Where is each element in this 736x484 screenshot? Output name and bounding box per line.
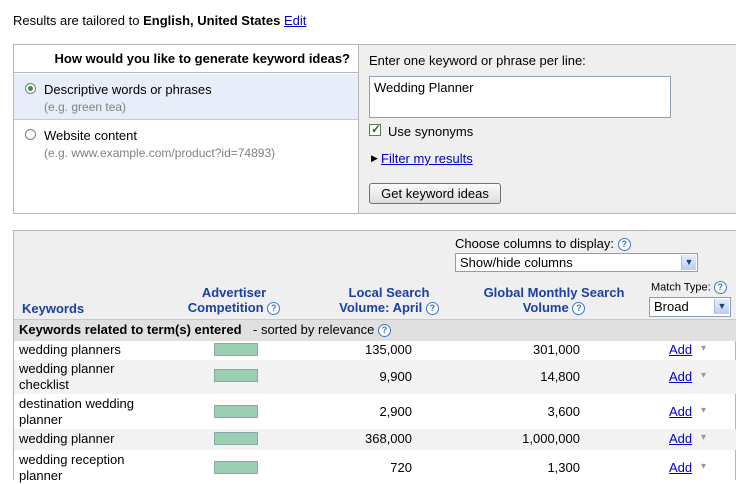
triangle-right-icon[interactable]: ▶ — [371, 151, 378, 166]
chevron-down-icon[interactable]: ▾ — [701, 432, 706, 443]
descriptive-words-label: Descriptive words or phrases — [44, 82, 212, 97]
competition-bar — [214, 405, 258, 418]
checkmark-icon: ✓ — [371, 122, 382, 136]
help-icon[interactable]: ? — [425, 302, 439, 316]
keyword-results-panel: Choose columns to display: ? Show/hide c… — [13, 230, 736, 483]
choose-columns-label: Choose columns to display: ? — [455, 236, 631, 252]
idea-method-question: How would you like to generate keyword i… — [14, 45, 358, 73]
filter-results-link[interactable]: Filter my results — [381, 151, 473, 166]
locale-prefix: Results are tailored to — [13, 13, 144, 28]
local-volume-cell: 9,900 — [379, 369, 412, 384]
global-volume-cell: 14,800 — [540, 369, 580, 384]
local-volume-cell: 2,900 — [379, 404, 412, 419]
descriptive-words-hint: (e.g. green tea) — [44, 100, 127, 114]
help-icon[interactable]: ? — [267, 302, 281, 316]
competition-bar — [214, 343, 258, 356]
keyword-cell: wedding reception planner — [19, 452, 125, 483]
chevron-down-icon[interactable]: ▼ — [714, 299, 729, 314]
group-sort-note: - sorted by relevance ? — [253, 322, 392, 338]
match-type-value: Broad — [654, 299, 689, 314]
add-keyword-link[interactable]: Add — [669, 342, 692, 357]
local-volume-cell: 135,000 — [365, 342, 412, 357]
global-volume-cell: 1,000,000 — [522, 431, 580, 446]
competition-bar — [214, 369, 258, 382]
table-row: wedding planner checklist 9,900 14,800 Ad… — [14, 360, 736, 394]
global-volume-cell: 3,600 — [547, 404, 580, 419]
keyword-group-header: Keywords related to term(s) entered - so… — [14, 319, 736, 341]
idea-method-column: How would you like to generate keyword i… — [14, 45, 359, 213]
chevron-down-icon[interactable]: ▾ — [701, 343, 706, 354]
local-volume-column-header[interactable]: Local Search Volume: April ? — [314, 285, 464, 316]
global-volume-cell: 301,000 — [533, 342, 580, 357]
choose-columns-text: Choose columns to display: — [455, 236, 614, 251]
chevron-down-icon[interactable]: ▾ — [701, 405, 706, 416]
website-content-radio[interactable] — [25, 129, 36, 140]
edit-locale-link[interactable]: Edit — [284, 13, 306, 28]
match-type-text: Match Type: — [651, 281, 711, 294]
chevron-down-icon[interactable]: ▾ — [701, 461, 706, 472]
add-keyword-link[interactable]: Add — [669, 460, 692, 475]
local-header-line2: Volume: April ? — [314, 300, 464, 316]
local-volume-cell: 720 — [390, 460, 412, 475]
website-content-label: Website content — [44, 128, 137, 143]
keyword-cell: wedding planner — [19, 431, 115, 446]
keywords-column-header[interactable]: Keywords — [22, 301, 84, 316]
get-keyword-ideas-button[interactable]: Get keyword ideas — [369, 183, 501, 204]
locale-value: English, United States — [143, 13, 281, 28]
help-icon[interactable]: ? — [713, 281, 727, 294]
competition-header-line1: Advertiser — [201, 285, 267, 300]
table-row: destination wedding planner 2,900 3,600 A… — [14, 394, 736, 429]
website-content-hint: (e.g. www.example.com/product?id=74893) — [44, 146, 276, 160]
global-volume-column-header[interactable]: Global Monthly Search Volume ? — [469, 285, 639, 316]
table-row: wedding planners 135,000 301,000 Add ▾ — [14, 340, 736, 360]
locale-info: Results are tailored to English, United … — [13, 13, 306, 28]
columns-select[interactable]: Show/hide columns ▼ — [455, 253, 698, 272]
table-row: wedding reception planner 720 1,300 Add ▾ — [14, 450, 736, 483]
keyword-entry-instruction: Enter one keyword or phrase per line: — [369, 53, 586, 68]
chevron-down-icon[interactable]: ▼ — [681, 255, 696, 270]
global-volume-cell: 1,300 — [547, 460, 580, 475]
keyword-cell: wedding planner checklist — [19, 361, 115, 392]
keyword-cell: destination wedding planner — [19, 396, 134, 427]
global-header-line2: Volume ? — [469, 300, 639, 316]
match-type-label: Match Type: ? — [651, 281, 727, 294]
add-keyword-link[interactable]: Add — [669, 369, 692, 384]
group-title: Keywords related to term(s) entered — [19, 322, 242, 337]
competition-column-header[interactable]: Advertiser Competition ? — [164, 285, 304, 316]
option-website-content[interactable]: Website content (e.g. www.example.com/pr… — [14, 120, 358, 213]
keyword-entry-column: Enter one keyword or phrase per line: We… — [359, 45, 736, 213]
add-keyword-link[interactable]: Add — [669, 431, 692, 446]
keyword-cell: wedding planners — [19, 342, 121, 357]
keyword-idea-panel: How would you like to generate keyword i… — [13, 44, 736, 214]
option-descriptive-words[interactable]: Descriptive words or phrases (e.g. green… — [14, 74, 358, 120]
global-header-line1: Global Monthly Search — [483, 285, 625, 300]
help-icon[interactable]: ? — [572, 302, 586, 316]
competition-header-line2: Competition ? — [164, 300, 304, 316]
local-volume-cell: 368,000 — [365, 431, 412, 446]
chevron-down-icon[interactable]: ▾ — [701, 370, 706, 381]
table-row: wedding planner 368,000 1,000,000 Add ▾ — [14, 429, 736, 450]
add-keyword-link[interactable]: Add — [669, 404, 692, 419]
keywords-textarea[interactable]: Wedding Planner — [369, 76, 671, 118]
help-icon[interactable]: ? — [378, 324, 392, 338]
local-header-line1: Local Search — [348, 285, 430, 300]
competition-bar — [214, 461, 258, 474]
results-header: Choose columns to display: ? Show/hide c… — [14, 231, 736, 319]
use-synonyms-checkbox[interactable]: ✓ — [369, 122, 382, 136]
match-type-select[interactable]: Broad ▼ — [649, 297, 731, 317]
descriptive-words-radio[interactable] — [25, 83, 36, 94]
use-synonyms-label: Use synonyms — [388, 124, 474, 139]
columns-select-value: Show/hide columns — [460, 255, 573, 270]
competition-bar — [214, 432, 258, 445]
help-icon[interactable]: ? — [617, 238, 631, 252]
